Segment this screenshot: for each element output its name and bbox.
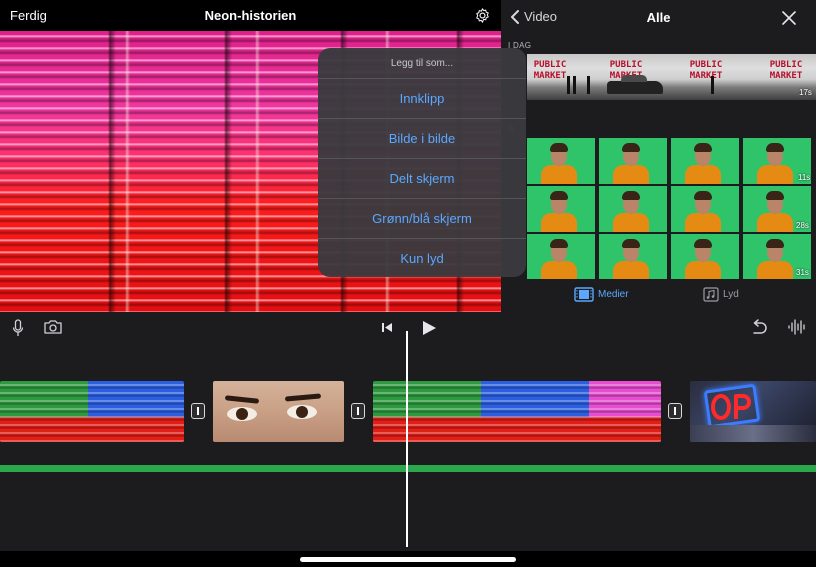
duration-label: 17s [799, 88, 812, 97]
pedestrian [711, 76, 714, 94]
market-sign-text: PUBLIC MARKET [769, 60, 803, 81]
top-bar: Ferdig Neon-historien [0, 0, 501, 31]
transition-button[interactable] [668, 403, 682, 419]
video-thumbnail[interactable] [599, 186, 667, 232]
play-icon[interactable] [421, 320, 437, 336]
timeline[interactable] [0, 343, 816, 551]
option-split-screen[interactable]: Delt skjerm [318, 159, 526, 199]
duration-label: 11s [798, 173, 811, 182]
timeline-clip-open-sign[interactable] [690, 381, 816, 442]
option-audio-only[interactable]: Kun lyd [318, 239, 526, 277]
popover-header: Legg til som... [318, 48, 526, 79]
pedestrian [587, 76, 590, 94]
market-sign-text: PUBLIC MARKET [533, 60, 567, 81]
close-icon[interactable] [782, 11, 796, 25]
video-thumbnail[interactable] [599, 234, 667, 280]
duration-label: 28s [796, 221, 809, 230]
pedestrian [573, 76, 576, 94]
duration-label: 31s [796, 268, 809, 277]
option-picture-in-picture[interactable]: Bilde i bilde [318, 119, 526, 159]
today-video-thumbnail[interactable]: PUBLIC MARKET PUBLIC MARKET PUBLIC MARKE… [527, 54, 816, 100]
option-cutaway[interactable]: Innklipp [318, 79, 526, 119]
neon-op-letters [711, 394, 751, 420]
media-browser: Video Alle I DAG PUBLIC MARKET PUBLIC MA… [501, 0, 816, 312]
option-green-blue-screen[interactable]: Grønn/blå skjerm [318, 199, 526, 239]
skip-to-start-icon[interactable] [381, 322, 393, 333]
pedestrian [567, 76, 570, 94]
tab-media[interactable]: Medier [574, 287, 629, 302]
audio-track[interactable] [0, 465, 816, 472]
browser-title: Alle [646, 10, 671, 25]
video-thumbnail[interactable] [671, 186, 739, 232]
film-strip-icon [574, 287, 594, 302]
timeline-clip-neon[interactable] [0, 381, 184, 442]
timeline-toolbar [0, 312, 816, 343]
car [607, 75, 663, 94]
timeline-clip-neon[interactable] [373, 381, 661, 442]
browser-header: Video Alle [501, 0, 816, 36]
add-as-popover: Legg til som... Innklipp Bilde i bilde D… [318, 48, 526, 277]
gear-icon[interactable] [474, 7, 491, 24]
market-sign-text: PUBLIC MARKET [689, 60, 723, 81]
video-thumbnail[interactable] [599, 138, 667, 184]
transition-button[interactable] [351, 403, 365, 419]
undo-icon[interactable] [750, 318, 768, 336]
project-title: Neon-historien [204, 8, 297, 23]
tab-audio-label: Lyd [723, 289, 739, 300]
tab-audio[interactable]: Lyd [703, 287, 739, 302]
microphone-icon[interactable] [12, 319, 24, 337]
video-thumbnail[interactable] [671, 138, 739, 184]
video-thumbnail[interactable] [527, 186, 595, 232]
camera-icon[interactable] [43, 319, 63, 335]
home-indicator [300, 557, 516, 562]
music-note-icon [703, 287, 719, 302]
video-thumbnail[interactable] [671, 234, 739, 280]
playhead[interactable] [406, 331, 408, 547]
green-screen-videos: 11s 28s 31s [527, 138, 816, 280]
transition-button[interactable] [191, 403, 205, 419]
video-thumbnail[interactable] [527, 234, 595, 280]
browser-tab-bar: Medier Lyd [501, 279, 816, 312]
timeline-clip-eyes[interactable] [213, 381, 344, 442]
audio-waveform-icon[interactable] [787, 318, 807, 336]
tab-media-label: Medier [598, 289, 629, 300]
video-thumbnail[interactable] [527, 138, 595, 184]
